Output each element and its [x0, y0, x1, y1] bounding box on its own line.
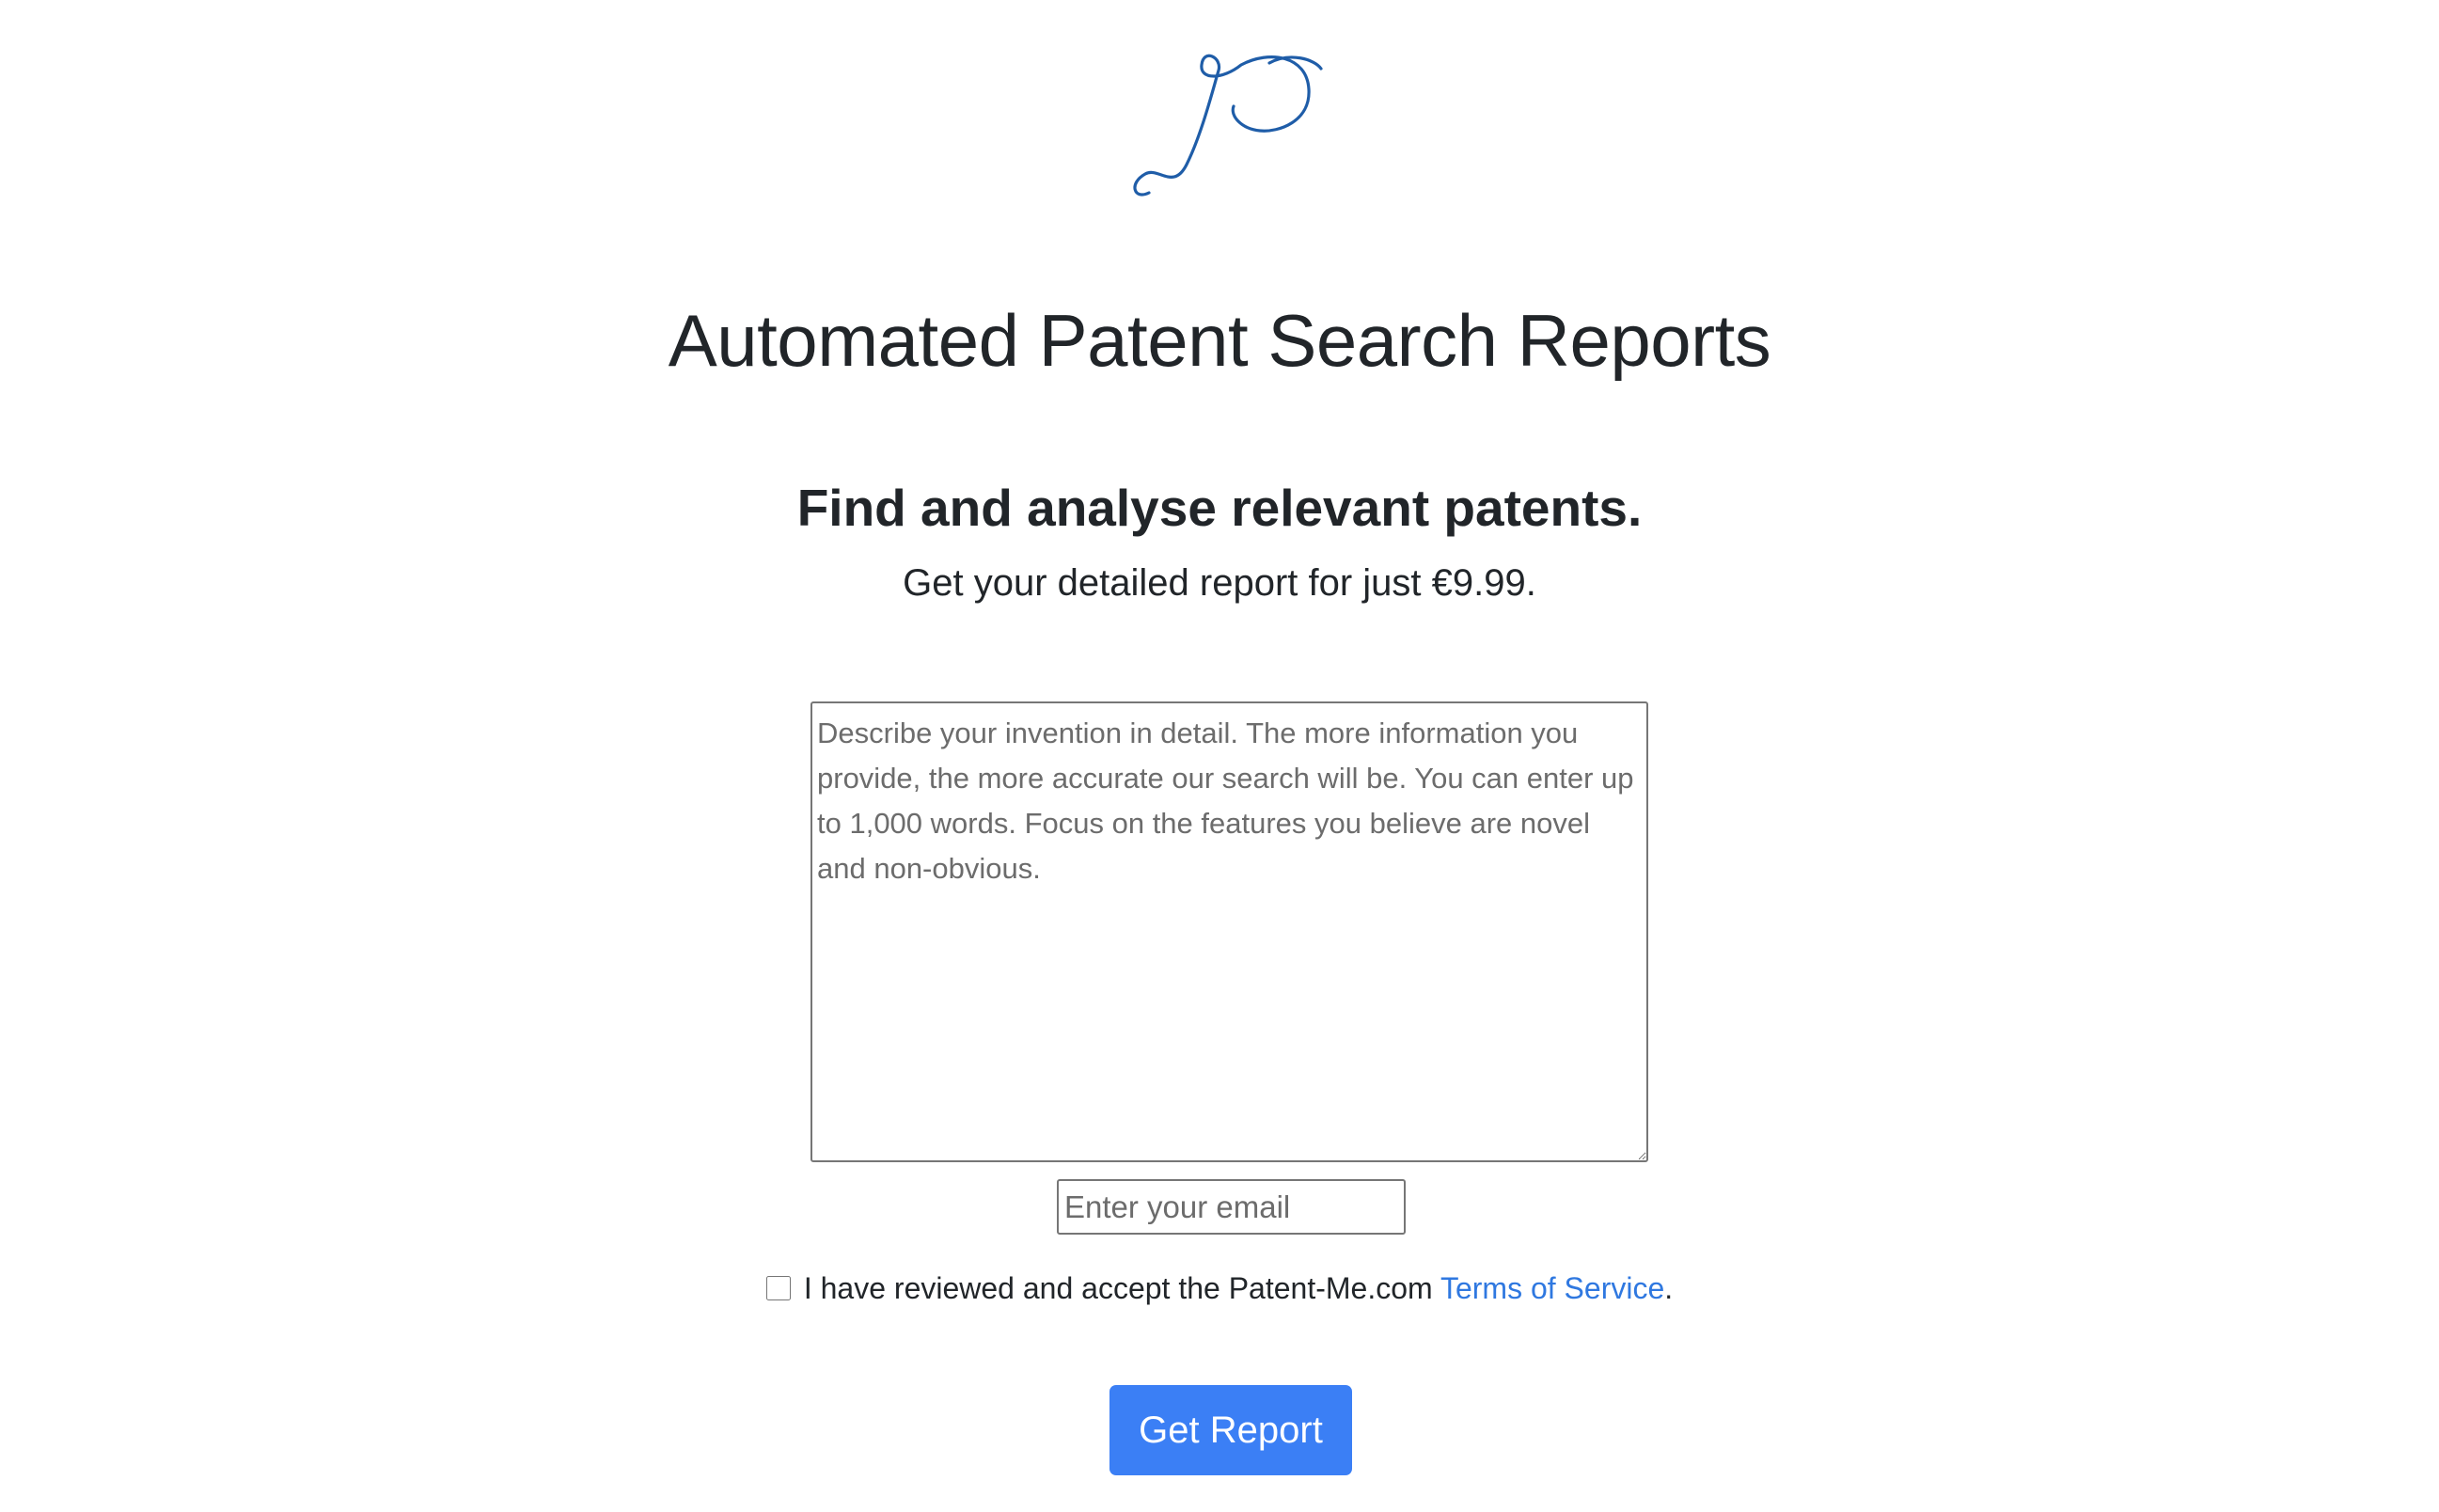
- terms-acceptance-row: I have reviewed and accept the Patent-Me…: [0, 1266, 2439, 1311]
- terms-label: I have reviewed and accept the Patent-Me…: [803, 1271, 1440, 1305]
- price-lead-text: Get your detailed report for just €9.99.: [903, 562, 1536, 604]
- invention-description-input[interactable]: [810, 701, 1648, 1162]
- terms-label-suffix: .: [1664, 1271, 1674, 1305]
- terms-of-service-link[interactable]: Terms of Service: [1440, 1271, 1664, 1305]
- email-input[interactable]: [1057, 1179, 1406, 1235]
- terms-checkbox[interactable]: [765, 1276, 791, 1300]
- page-subtitle: Find and analyse relevant patents.: [796, 479, 1643, 537]
- get-report-button[interactable]: Get Report: [1109, 1385, 1352, 1475]
- page-title: Automated Patent Search Reports: [668, 299, 1771, 382]
- cursive-p-logo-icon: [1133, 54, 1323, 197]
